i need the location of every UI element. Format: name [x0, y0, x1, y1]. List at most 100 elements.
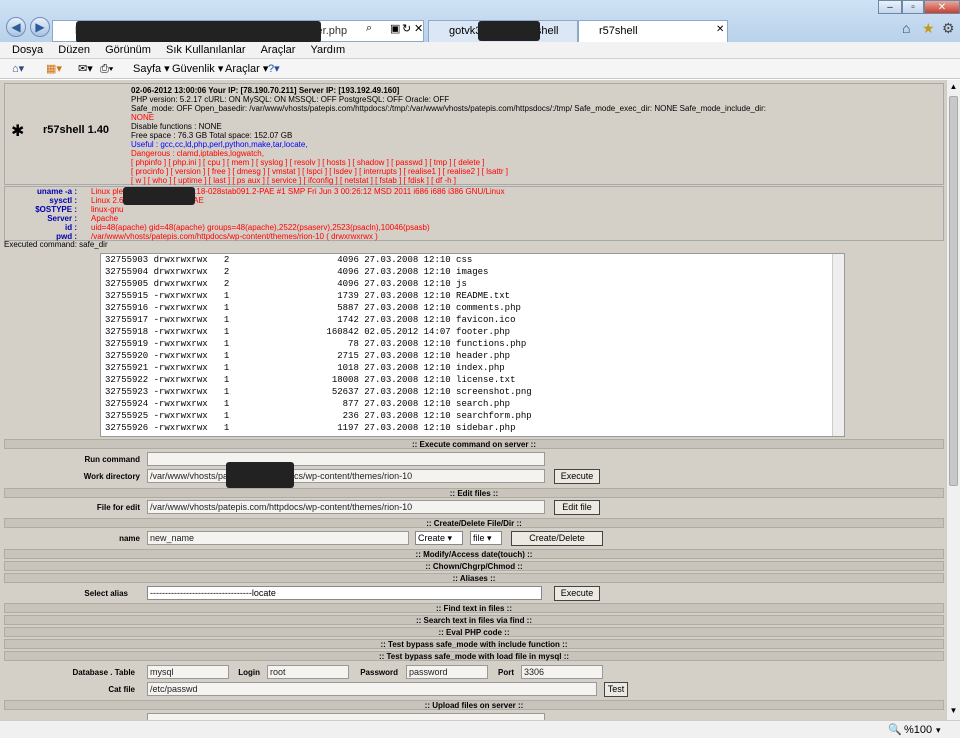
zoom-level[interactable]: %100 [904, 721, 932, 739]
password-label: Password [360, 668, 398, 677]
output-scrollbar[interactable] [832, 254, 844, 436]
close-window-button[interactable]: ✕ [924, 0, 960, 14]
alias-execute-button[interactable]: Execute [554, 586, 600, 601]
dangerous-line: Dangerous : clamd,iptables,logwatch, [131, 149, 264, 158]
tools-menu[interactable]: Araçlar ▾ [225, 59, 268, 79]
shell-header: ✱ r57shell 1.40 02-06-2012 13:00:06 Your… [4, 83, 944, 185]
scroll-down-icon[interactable]: ▼ [949, 706, 958, 716]
listing-row: 32755922 -rwxrwxrwx 1 18008 27.03.2008 1… [105, 375, 516, 385]
section-eval: :: Eval PHP code :: [4, 627, 944, 637]
scroll-up-icon[interactable]: ▲ [949, 82, 958, 92]
quick-links-3[interactable]: [ w ] [ who ] [ uptime ] [ last ] [ ps a… [131, 176, 946, 185]
command-bar: ⌂▾ ▦▾ ✉▾ ⎙▾ Sayfa ▾ Güvenlik ▾ Araçlar ▾… [0, 59, 960, 79]
file-edit-input[interactable]: /var/www/vhosts/patepis.com/httpdocs/wp-… [147, 500, 545, 514]
useful-line: Useful : gcc,cc,ld,php,perl,python,make,… [131, 140, 308, 149]
create-select[interactable]: Create ▾ [415, 531, 463, 545]
spider-icon: ✱ [11, 123, 25, 140]
home-icon[interactable]: ⌂▾ [12, 59, 24, 79]
close-tab-icon[interactable]: ✕ [716, 24, 724, 35]
create-delete-button[interactable]: Create/Delete [511, 531, 603, 546]
listing-row: 32755920 -rwxrwxrwx 1 2715 27.03.2008 12… [105, 351, 511, 361]
cat-file-input[interactable]: /etc/passwd [147, 682, 597, 696]
safemode-include-value: NONE [131, 113, 155, 122]
cat-file-label: Cat file [108, 685, 135, 694]
name-input[interactable]: new_name [147, 531, 409, 545]
menu-item[interactable]: Düzen [58, 44, 90, 56]
section-execute: :: Execute command on server :: [4, 439, 944, 449]
upload-file-input[interactable] [147, 713, 545, 720]
date-ip-line: 02-06-2012 13:00:06 Your IP: [78.190.70.… [131, 86, 400, 95]
login-input[interactable]: root [267, 665, 349, 679]
listing-row: 32755915 -rwxrwxrwx 1 1739 27.03.2008 12… [105, 291, 511, 301]
scroll-thumb[interactable] [949, 96, 958, 486]
db-table-label: Database . Table [72, 668, 135, 677]
compat-icon[interactable]: ▣ [390, 22, 400, 35]
listing-row: 32755904 drwxrwxrwx 2 4096 27.03.2008 12… [105, 267, 489, 277]
menu-bar: Dosya Düzen Görünüm Sık Kullanılanlar Ar… [0, 42, 960, 59]
test-button[interactable]: Test [604, 682, 628, 697]
favorites-icon[interactable]: ★ [922, 20, 935, 37]
back-icon[interactable]: ◀ [6, 17, 26, 37]
type-select-value: file [473, 533, 485, 543]
shell-title: r57shell 1.40 [43, 124, 110, 136]
mail-icon[interactable]: ✉▾ [78, 59, 93, 79]
feeds-icon[interactable]: ▦▾ [46, 59, 62, 79]
redaction-mark [76, 21, 321, 43]
command-output[interactable]: 32755903 drwxrwxrwx 2 4096 27.03.2008 12… [100, 253, 845, 437]
name-label: name [119, 534, 140, 543]
menu-item[interactable]: Araçlar [261, 44, 296, 56]
maximize-button[interactable]: ▫ [902, 0, 924, 14]
menu-item[interactable]: Görünüm [105, 44, 151, 56]
section-bypass-mysql: :: Test bypass safe_mode with load file … [4, 651, 944, 661]
edit-file-button[interactable]: Edit file [554, 500, 600, 515]
listing-row: 32755925 -rwxrwxrwx 1 236 27.03.2008 12:… [105, 411, 532, 421]
execute-button[interactable]: Execute [554, 469, 600, 484]
help-icon[interactable]: ?▾ [268, 59, 280, 79]
status-bar: 🔍 %100 ▾ [0, 720, 960, 738]
section-create: :: Create/Delete File/Dir :: [4, 518, 944, 528]
redaction-mark [226, 462, 294, 488]
page-scrollbar[interactable]: ▲ ▼ [946, 80, 960, 720]
page-menu[interactable]: Sayfa ▾ [133, 59, 170, 79]
work-directory-label: Work directory [83, 472, 140, 481]
zoom-dropdown-icon[interactable]: ▾ [936, 721, 941, 739]
type-select[interactable]: file ▾ [470, 531, 502, 545]
section-edit: :: Edit files :: [4, 488, 944, 498]
quick-links-2[interactable]: [ procinfo ] [ version ] [ free ] [ dmes… [131, 167, 946, 176]
search-icon[interactable]: ⌕ [366, 22, 372, 35]
tab-r57shell[interactable]: r57shell [578, 20, 728, 42]
minimize-button[interactable]: – [878, 0, 902, 14]
server-info: 02-06-2012 13:00:06 Your IP: [78.190.70.… [131, 86, 946, 185]
home-icon[interactable]: ⌂ [902, 20, 910, 36]
login-label: Login [238, 668, 260, 677]
alias-select[interactable]: ----------------------------------locate [147, 586, 542, 600]
menu-item[interactable]: Sık Kullanılanlar [166, 44, 246, 56]
safety-menu[interactable]: Güvenlik ▾ [172, 59, 223, 79]
menu-item[interactable]: Dosya [12, 44, 43, 56]
disable-functions-line: Disable functions : NONE [131, 122, 222, 131]
section-aliases: :: Aliases :: [4, 573, 944, 583]
stop-icon[interactable]: ✕ [414, 22, 423, 35]
print-icon[interactable]: ⎙▾ [100, 59, 113, 79]
menu-item[interactable]: Yardım [311, 44, 346, 56]
gear-icon[interactable]: ⚙ [942, 20, 955, 37]
run-command-label: Run command [84, 455, 140, 464]
password-input[interactable]: password [406, 665, 488, 679]
redaction-mark [123, 187, 195, 205]
work-directory-input[interactable]: /var/www/vhosts/patepis.com/httpdocs/wp-… [147, 469, 545, 483]
browser-titlebar: ◀ ▶ http://patepis.com/wp-content/themes… [0, 0, 960, 43]
create-select-value: Create [418, 533, 446, 543]
listing-row: 32755918 -rwxrwxrwx 1 160842 02.05.2012 … [105, 327, 511, 337]
safemode-line: Safe_mode: OFF Open_basedir: /var/www/vh… [131, 104, 766, 113]
forward-icon[interactable]: ▶ [30, 17, 50, 37]
section-find-via: :: Search text in files via find :: [4, 615, 944, 625]
port-input[interactable]: 3306 [521, 665, 603, 679]
refresh-icon[interactable]: ↻ [402, 22, 411, 35]
executed-command: Executed command: safe_dir [4, 240, 108, 249]
listing-row: 32755903 drwxrwxrwx 2 4096 27.03.2008 12… [105, 255, 473, 265]
run-command-input[interactable] [147, 452, 545, 466]
php-line: PHP version: 5.2.17 cURL: ON MySQL: ON M… [131, 95, 450, 104]
listing-row: 32755905 drwxrwxrwx 2 4096 27.03.2008 12… [105, 279, 467, 289]
db-table-input[interactable]: mysql [147, 665, 229, 679]
quick-links-1[interactable]: [ phpinfo ] [ php.ini ] [ cpu ] [ mem ] … [131, 158, 946, 167]
